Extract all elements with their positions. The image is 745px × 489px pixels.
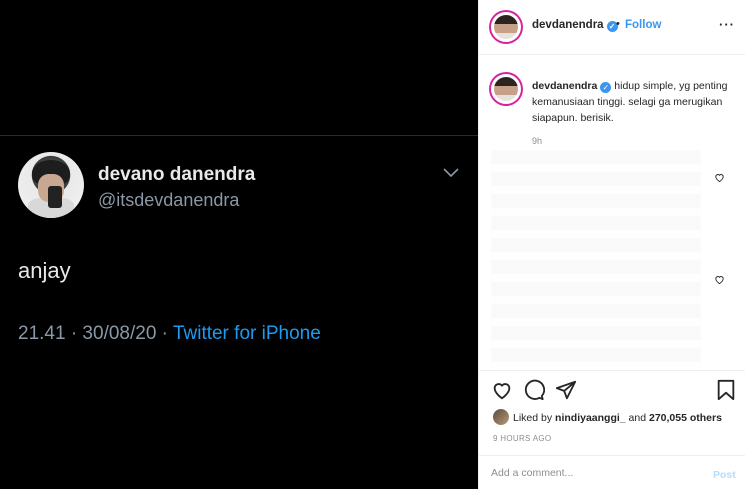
comment-icon[interactable]: [523, 379, 545, 401]
tweet-avatar: [18, 152, 84, 218]
caption-text: devdanendra ✓ hidup simple, yg penting ke…: [532, 78, 737, 126]
heart-icon[interactable]: [491, 379, 513, 401]
verified-icon: ✓: [600, 82, 612, 93]
media-top-band: [0, 0, 478, 136]
post-side-panel: devdanendra ✓ • Follow ··· devdanendra ✓ h…: [478, 0, 745, 489]
liked-prefix: Liked by: [513, 412, 556, 424]
tweet-text: anjay: [18, 258, 71, 283]
tweet-display-name: devano danendra: [98, 164, 256, 185]
heart-icon[interactable]: [714, 172, 725, 183]
chevron-down-icon: [443, 168, 459, 178]
comments-area-blurred: [491, 150, 701, 370]
liked-user-link[interactable]: nindiyaanggi_: [555, 412, 626, 424]
liked-and: and: [625, 412, 649, 424]
more-icon[interactable]: ···: [719, 17, 735, 32]
tweet-meta: 21.41 · 30/08/20 · Twitter for iPhone: [18, 323, 321, 345]
avatar[interactable]: [491, 12, 521, 42]
follow-button[interactable]: Follow: [625, 19, 661, 31]
caption-time: 9h: [532, 136, 543, 146]
caption-username[interactable]: devdanendra: [532, 80, 597, 92]
tweet-source: Twitter for iPhone: [172, 323, 321, 344]
post-comment-button[interactable]: Post: [713, 469, 736, 481]
avatar[interactable]: [493, 409, 509, 425]
post-time-ago: 9 HOURS AGO: [493, 434, 552, 443]
post-media: devano danendra @itsdevdanendra anjay 21…: [0, 0, 478, 489]
separator-dot: •: [616, 18, 620, 30]
add-comment-bar: Post: [479, 455, 745, 489]
heart-icon[interactable]: [714, 274, 725, 285]
bookmark-icon[interactable]: [715, 379, 737, 401]
tweet-timestamp: 21.41 · 30/08/20 ·: [18, 323, 173, 344]
tweet-handle: @itsdevdanendra: [98, 190, 240, 210]
header-username[interactable]: devdanendra ✓: [532, 19, 618, 32]
likes-summary: Liked by nindiyaanggi_ and 270,055 other…: [493, 409, 722, 425]
comment-input[interactable]: [491, 464, 691, 482]
likes-count-link[interactable]: 270,055 others: [649, 412, 722, 424]
post-header: devdanendra ✓ • Follow ···: [479, 0, 745, 55]
username-text[interactable]: devdanendra: [532, 19, 604, 31]
caption-avatar[interactable]: [491, 74, 521, 104]
share-icon[interactable]: [555, 379, 577, 401]
